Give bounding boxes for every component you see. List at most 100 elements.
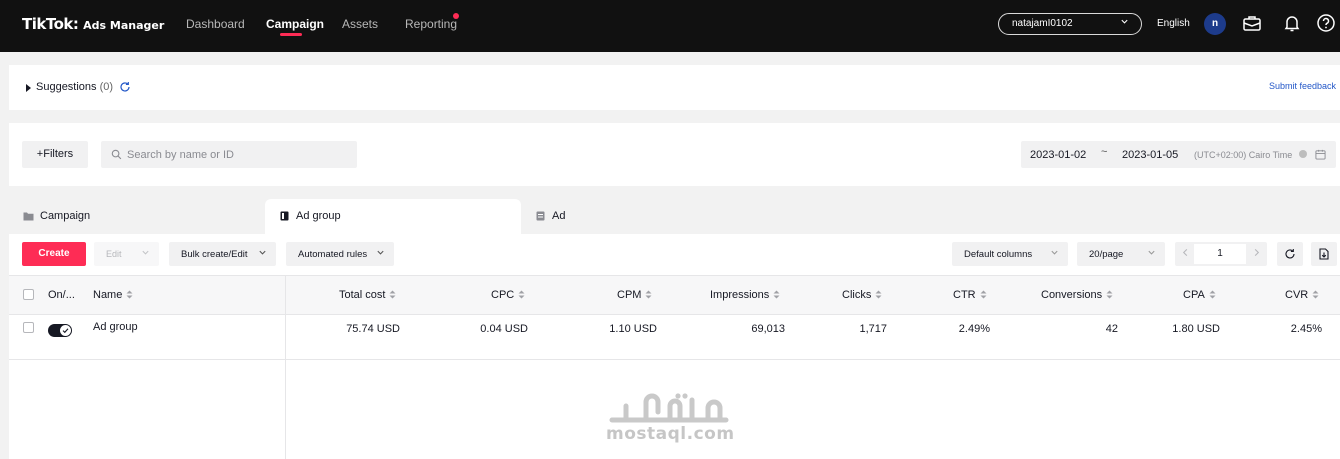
cell-total-cost: 75.74 USD: [346, 323, 400, 335]
suggestions-label: Suggestions: [36, 81, 97, 93]
search-input[interactable]: [125, 141, 351, 168]
export-icon: [1319, 248, 1329, 260]
column-header-ctr-label: CTR: [953, 289, 976, 301]
edit-button-label: Edit: [106, 249, 122, 259]
caret-right-icon[interactable]: [26, 84, 31, 92]
submit-feedback-link[interactable]: Submit feedback: [1269, 81, 1336, 91]
filters-button[interactable]: +Filters: [22, 141, 88, 168]
tab-ad-label: Ad: [552, 210, 566, 222]
logo-colon: :: [72, 15, 79, 33]
column-header-cpa[interactable]: CPA: [1183, 289, 1216, 301]
chevron-down-icon: [1050, 248, 1059, 259]
per-page-select[interactable]: 20/page: [1077, 242, 1165, 266]
next-page-icon[interactable]: [1252, 247, 1261, 261]
help-icon[interactable]: [1316, 13, 1336, 33]
chevron-down-icon: [141, 248, 150, 259]
info-icon[interactable]: [1299, 150, 1307, 158]
logo-sub: Ads Manager: [83, 19, 165, 32]
sort-icon: [1312, 290, 1319, 299]
mostaql-watermark: mostaql.com: [606, 392, 734, 444]
columns-select[interactable]: Default columns: [952, 242, 1068, 266]
briefcase-icon[interactable]: [1242, 13, 1262, 33]
tab-ad-group[interactable]: Ad group: [265, 199, 521, 234]
tab-campaign[interactable]: Campaign: [9, 199, 265, 234]
column-header-impressions-label: Impressions: [710, 289, 770, 301]
bell-icon[interactable]: [1282, 13, 1302, 33]
column-header-total-cost[interactable]: Total cost: [339, 289, 396, 301]
cell-impressions: 69,013: [751, 323, 785, 335]
create-button[interactable]: Create: [22, 242, 86, 266]
sort-icon: [773, 290, 780, 299]
folder-icon: [23, 212, 34, 221]
account-name: natajamI0102: [1012, 18, 1073, 29]
automated-rules-button[interactable]: Automated rules: [286, 242, 394, 266]
refresh-icon: [1285, 249, 1295, 259]
search-icon: [111, 149, 122, 160]
column-header-impressions[interactable]: Impressions: [710, 289, 780, 301]
column-header-conversions-label: Conversions: [1041, 289, 1103, 301]
chevron-down-icon: [1147, 248, 1156, 259]
tab-ad-group-label: Ad group: [296, 210, 341, 222]
sort-icon: [1209, 290, 1216, 299]
suggestions-toggle[interactable]: Suggestions (0): [36, 81, 113, 93]
cell-clicks: 1,717: [859, 323, 887, 335]
column-header-cpm-label: CPM: [617, 289, 642, 301]
column-header-ctr[interactable]: CTR: [953, 289, 987, 301]
sort-icon: [389, 290, 396, 299]
cell-cpc: 0.04 USD: [480, 323, 528, 335]
date-range-picker[interactable]: 2023-01-02 ~ 2023-01-05 (UTC+02:00) Cair…: [1021, 141, 1336, 168]
refresh-icon[interactable]: [119, 81, 131, 93]
nav-dashboard[interactable]: Dashboard: [186, 17, 245, 31]
date-start: 2023-01-02: [1030, 149, 1087, 161]
column-header-clicks[interactable]: Clicks: [842, 289, 882, 301]
tiktok-ads-manager-logo[interactable]: TikTok: Ads Manager: [22, 15, 164, 33]
tab-ad[interactable]: Ad: [521, 199, 777, 234]
nav-active-indicator: [280, 33, 302, 36]
cell-cvr: 2.45%: [1290, 323, 1322, 335]
language-selector[interactable]: English: [1157, 18, 1190, 29]
account-selector[interactable]: natajamI0102: [998, 13, 1142, 35]
page-number-input[interactable]: 1: [1194, 244, 1246, 264]
chevron-down-icon: [376, 248, 385, 259]
tab-campaign-label: Campaign: [40, 210, 91, 222]
search-box: [101, 141, 357, 168]
bulk-create-edit-label: Bulk create/Edit: [181, 249, 248, 260]
edit-button[interactable]: Edit: [94, 242, 159, 266]
nav-campaign[interactable]: Campaign: [266, 17, 324, 31]
suggestions-count: (0): [99, 81, 114, 93]
date-end: 2023-01-05: [1122, 149, 1179, 161]
columns-select-label: Default columns: [964, 249, 1033, 260]
top-navigation-bar: TikTok: Ads Manager Dashboard Campaign A…: [0, 0, 1340, 52]
column-header-cpm[interactable]: CPM: [617, 289, 652, 301]
refresh-button[interactable]: [1277, 242, 1303, 266]
export-button[interactable]: [1311, 242, 1337, 266]
timezone-label: (UTC+02:00) Cairo Time: [1194, 150, 1293, 160]
logo-main: TikTok: [22, 15, 73, 33]
prev-page-icon[interactable]: [1181, 247, 1190, 261]
sort-icon: [645, 290, 652, 299]
calendar-icon: [1315, 149, 1326, 160]
nav-reporting[interactable]: Reporting: [405, 17, 457, 31]
sort-icon: [1106, 290, 1113, 299]
cell-conversions: 42: [1105, 323, 1118, 335]
chevron-down-icon: [1120, 17, 1129, 29]
filters-button-label: Filters: [43, 148, 74, 160]
mostaql-logo-icon: [609, 393, 729, 423]
watermark-text: mostaql.com: [606, 424, 735, 444]
bulk-create-edit-button[interactable]: Bulk create/Edit: [169, 242, 276, 266]
column-header-total-cost-label: Total cost: [339, 289, 386, 301]
sort-icon: [875, 290, 882, 299]
automated-rules-label: Automated rules: [298, 249, 368, 260]
column-header-cpc[interactable]: CPC: [491, 289, 525, 301]
column-header-cpa-label: CPA: [1183, 289, 1205, 301]
column-header-cvr-label: CVR: [1285, 289, 1309, 301]
sort-icon: [980, 290, 987, 299]
sort-icon: [518, 290, 525, 299]
avatar[interactable]: n: [1204, 13, 1226, 35]
column-header-cvr[interactable]: CVR: [1285, 289, 1319, 301]
reporting-notification-dot: [453, 13, 459, 19]
suggestions-bar: Suggestions (0) Submit feedback: [9, 65, 1340, 110]
column-header-conversions[interactable]: Conversions: [1041, 289, 1113, 301]
nav-assets[interactable]: Assets: [342, 17, 378, 31]
ad-icon: [536, 211, 545, 221]
